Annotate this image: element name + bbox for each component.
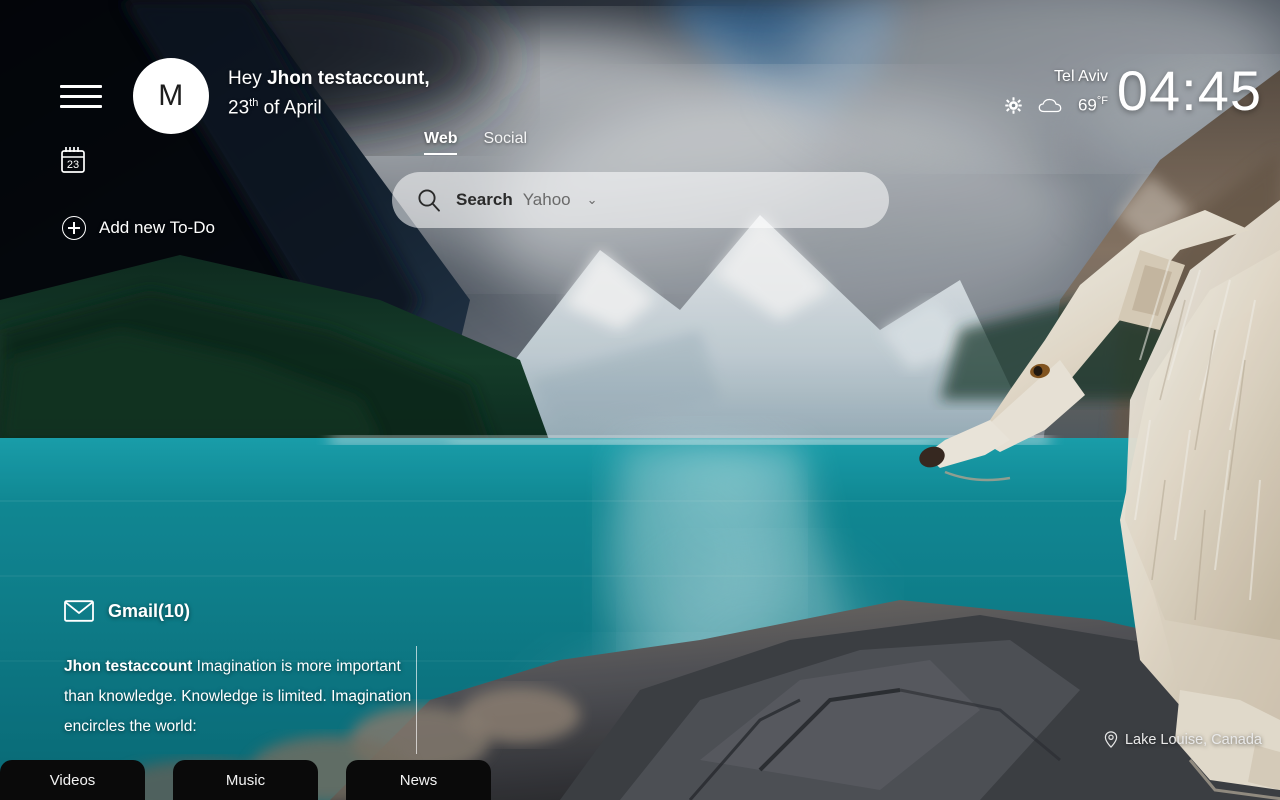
tab-videos[interactable]: Videos: [0, 760, 145, 800]
quote-line-3: encircles the world:: [64, 718, 197, 735]
quote-block: Jhon testaccount Imagination is more imp…: [64, 652, 414, 742]
map-pin-icon: [1104, 731, 1118, 748]
avatar-initial: M: [158, 79, 184, 112]
tab-news[interactable]: News: [346, 760, 491, 800]
quote-divider: [416, 646, 417, 754]
search-label: Search: [456, 190, 513, 209]
quote-author: Jhon testaccount: [64, 658, 193, 675]
search-engine-name[interactable]: Yahoo: [523, 190, 571, 210]
add-todo-button[interactable]: Add new To-Do: [62, 216, 215, 240]
weather-row: 69°F: [1005, 95, 1108, 116]
greeting-prefix: Hey: [228, 68, 262, 89]
greeting-username: Jhon testaccount,: [267, 68, 430, 89]
temp-unit: F: [1101, 95, 1108, 107]
gmail-link[interactable]: Gmail(10): [64, 600, 190, 622]
search-icon: [418, 189, 440, 212]
hamburger-menu-icon[interactable]: [60, 76, 102, 116]
plus-circle-icon: [62, 216, 86, 240]
weather-city: Tel Aviv: [1054, 68, 1108, 85]
tab-music[interactable]: Music: [173, 760, 318, 800]
date-suffix: th: [249, 97, 259, 109]
greeting-line: Hey Jhon testaccount,: [228, 66, 430, 91]
tab-social[interactable]: Social: [483, 130, 527, 155]
greeting-block: Hey Jhon testaccount, 23th of April: [228, 66, 430, 120]
date-rest: of April: [258, 97, 322, 119]
location-label: Lake Louise, Canada: [1124, 731, 1262, 748]
calendar-icon[interactable]: 23: [60, 146, 86, 174]
wallpaper-location: Lake Louise, Canada: [1104, 731, 1262, 748]
weather-temperature: 69°F: [1078, 95, 1108, 116]
chevron-down-icon[interactable]: ⌄: [587, 192, 598, 208]
quote-line-1: Imagination is more important: [192, 658, 401, 675]
hamburger-bar: [60, 94, 102, 98]
calendar-day-number: 23: [67, 159, 79, 171]
search-input[interactable]: Search Yahoo ⌄: [392, 172, 889, 228]
tab-web[interactable]: Web: [424, 130, 458, 155]
date-day: 23: [228, 97, 250, 119]
cloud-icon: [1038, 98, 1062, 112]
bottom-tabbar: Videos Music News: [0, 760, 491, 800]
gmail-label: Gmail(10): [108, 600, 191, 621]
hamburger-bar: [60, 104, 102, 108]
clock: 04:45: [1116, 59, 1262, 122]
search-tabs: Web Social: [424, 130, 527, 155]
avatar[interactable]: M: [133, 58, 209, 134]
greeting-date: 23th of April: [228, 91, 430, 120]
overlay-ui: M Hey Jhon testaccount, 23th of April 23…: [0, 0, 1280, 800]
quote-line-2: than knowledge. Knowledge is limited. Im…: [64, 688, 412, 705]
add-todo-label: Add new To-Do: [99, 218, 215, 237]
hamburger-bar: [60, 84, 102, 88]
temp-value: 69: [1077, 95, 1097, 115]
gear-icon[interactable]: [1005, 97, 1022, 114]
envelope-icon: [64, 600, 94, 622]
calendar-icon-glyph: 23: [61, 147, 85, 173]
